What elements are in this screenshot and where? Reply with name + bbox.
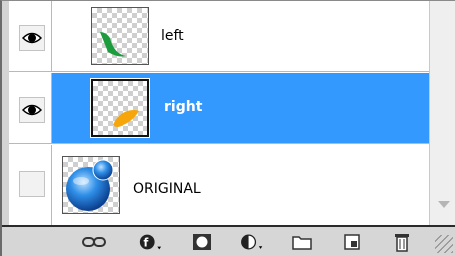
new-group-button[interactable]: [290, 232, 314, 252]
eye-icon: [22, 32, 42, 44]
orange-shape-icon: [113, 110, 139, 127]
layer-name: left: [161, 28, 184, 44]
layers-panel: left right ORIGINAL f: [0, 0, 455, 256]
svg-text:f: f: [144, 237, 149, 250]
delete-layer-button[interactable]: [390, 232, 414, 252]
scroll-down-arrow-icon[interactable]: [438, 201, 450, 208]
resize-grip-icon[interactable]: [435, 235, 453, 253]
visibility-toggle[interactable]: [19, 171, 45, 197]
layer-thumbnail[interactable]: [91, 7, 149, 65]
link-layers-button[interactable]: [82, 232, 106, 252]
layer-row-right[interactable]: right: [9, 73, 429, 144]
layer-name: right: [164, 99, 203, 115]
layers-toolbar: f: [2, 225, 455, 256]
eye-icon: [22, 104, 42, 116]
blue-sphere-icon: [66, 159, 114, 211]
layer-mask-button[interactable]: [190, 232, 214, 252]
visibility-cell: [9, 73, 52, 143]
vertical-scrollbar[interactable]: [429, 1, 455, 225]
delete-layer-icon: [395, 234, 409, 252]
layer-row-left[interactable]: left: [9, 1, 429, 72]
layer-mask-icon: [193, 234, 211, 250]
visibility-toggle[interactable]: [19, 97, 45, 123]
new-layer-icon: [344, 234, 360, 250]
layer-thumbnail[interactable]: [90, 78, 150, 138]
new-layer-button[interactable]: [340, 232, 364, 252]
green-shape-icon: [100, 32, 126, 57]
adjustment-layer-icon: [241, 234, 263, 250]
layer-name: ORIGINAL: [133, 181, 201, 197]
layer-style-icon: f: [139, 234, 162, 250]
adjustment-layer-button[interactable]: [240, 232, 264, 252]
layers-list: left right ORIGINAL: [9, 1, 429, 225]
visibility-cell: [9, 1, 52, 71]
layer-row-original[interactable]: ORIGINAL: [9, 145, 429, 225]
visibility-toggle[interactable]: [19, 25, 45, 51]
visibility-cell: [9, 145, 52, 225]
link-layers-icon: [82, 237, 106, 247]
new-group-icon: [292, 236, 312, 250]
layer-style-button[interactable]: f: [138, 232, 162, 252]
layer-thumbnail[interactable]: [62, 156, 120, 214]
